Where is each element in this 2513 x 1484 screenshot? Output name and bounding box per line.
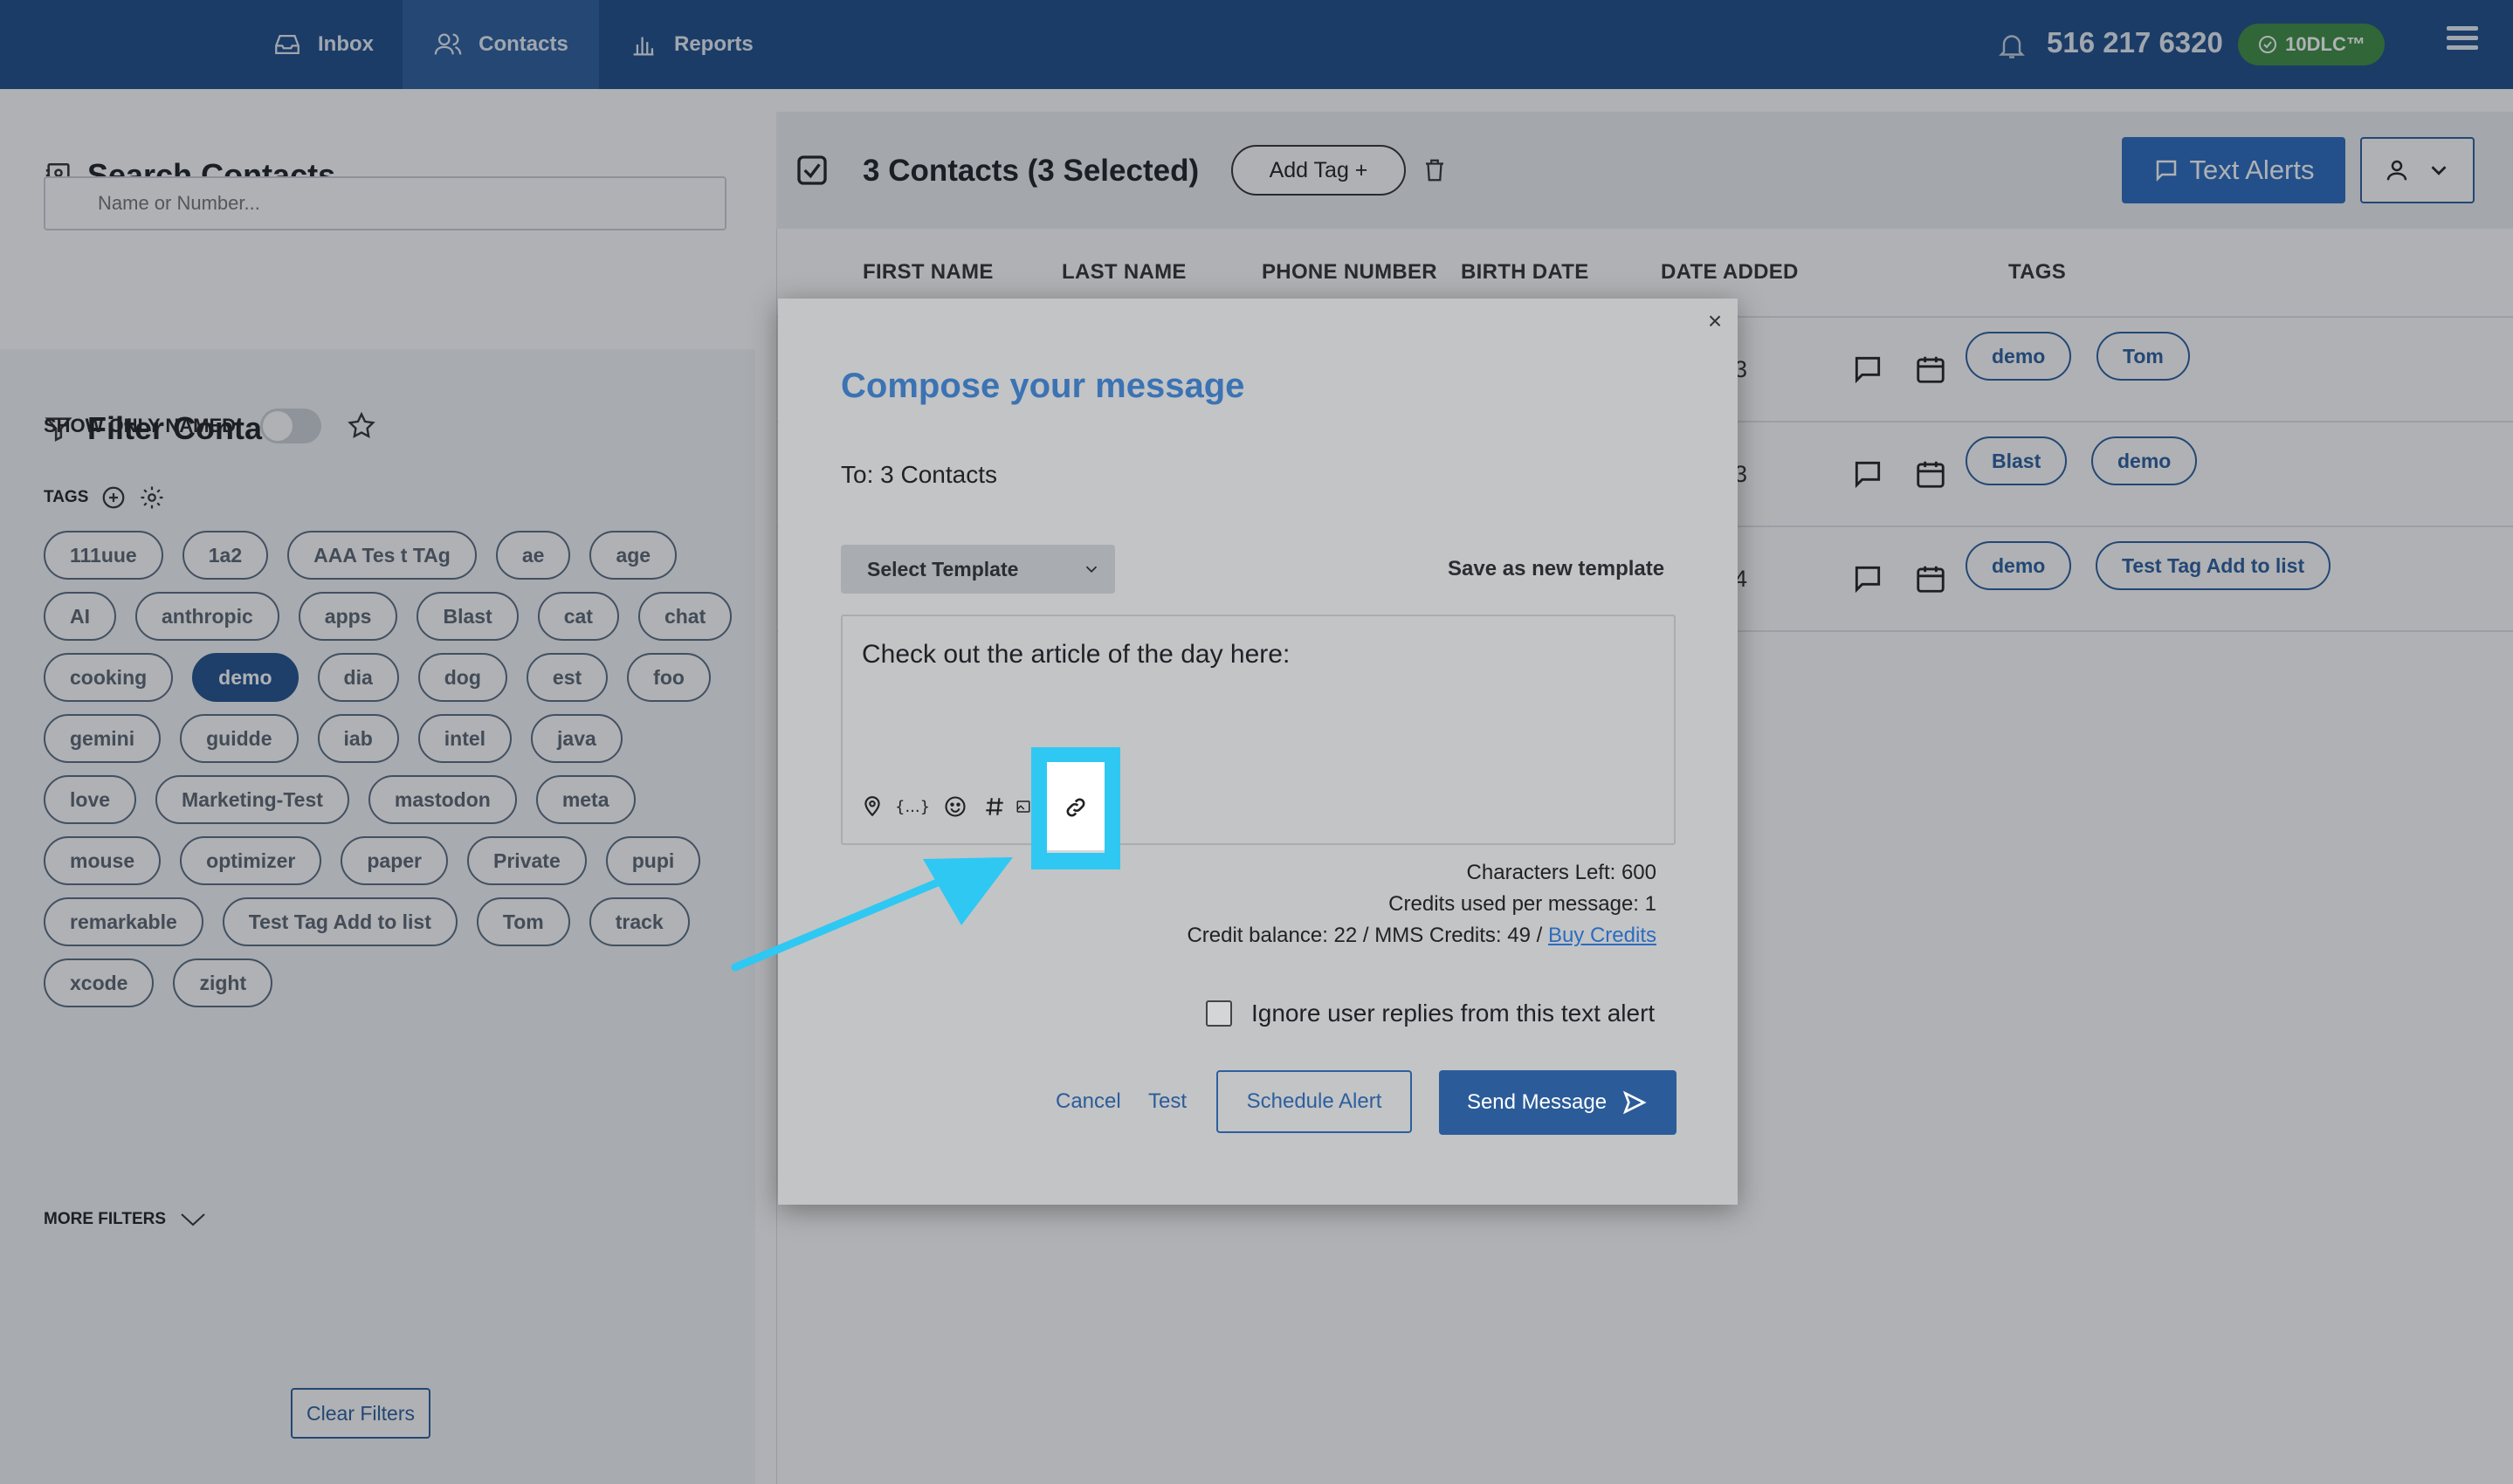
location-icon[interactable] bbox=[860, 794, 885, 819]
ignore-replies-checkbox[interactable] bbox=[1206, 1000, 1232, 1027]
credit-balance-line: Credit balance: 22 / MMS Credits: 49 / B… bbox=[1187, 924, 1656, 948]
test-button[interactable]: Test bbox=[1148, 1089, 1187, 1114]
link-icon[interactable] bbox=[1047, 762, 1105, 853]
send-message-button[interactable]: Send Message bbox=[1439, 1070, 1676, 1135]
template-select-value: Select Template bbox=[867, 557, 1019, 581]
cancel-button[interactable]: Cancel bbox=[1056, 1089, 1121, 1114]
variables-icon[interactable]: {...} bbox=[895, 794, 932, 819]
schedule-alert-button[interactable]: Schedule Alert bbox=[1216, 1070, 1412, 1133]
modal-title: Compose your message bbox=[841, 367, 1245, 405]
credit-balance: Credit balance: 22 / MMS Credits: 49 / bbox=[1187, 924, 1548, 947]
save-template-link[interactable]: Save as new template bbox=[1448, 557, 1664, 581]
buy-credits-link[interactable]: Buy Credits bbox=[1548, 924, 1656, 947]
characters-left: Characters Left: 600 bbox=[1466, 861, 1656, 884]
close-icon[interactable]: × bbox=[1704, 309, 1725, 333]
emoji-icon[interactable] bbox=[943, 794, 967, 819]
send-icon bbox=[1622, 1090, 1647, 1115]
recipients-label: To: 3 Contacts bbox=[841, 461, 997, 488]
template-select[interactable]: Select Template bbox=[841, 545, 1115, 594]
image-icon[interactable] bbox=[1016, 794, 1031, 819]
ignore-replies-row: Ignore user replies from this text alert bbox=[1206, 1000, 1655, 1027]
ignore-replies-label: Ignore user replies from this text alert bbox=[1251, 1000, 1656, 1027]
send-message-label: Send Message bbox=[1466, 1090, 1608, 1114]
credits-per-message: Credits used per message: 1 bbox=[1388, 892, 1656, 916]
svg-text:{...}: {...} bbox=[895, 798, 930, 816]
annotation-arrow-icon bbox=[731, 857, 1013, 972]
hashtag-icon[interactable] bbox=[982, 794, 1007, 819]
chevron-down-icon bbox=[1085, 566, 1098, 574]
message-text: Check out the article of the day here: bbox=[862, 640, 1291, 669]
